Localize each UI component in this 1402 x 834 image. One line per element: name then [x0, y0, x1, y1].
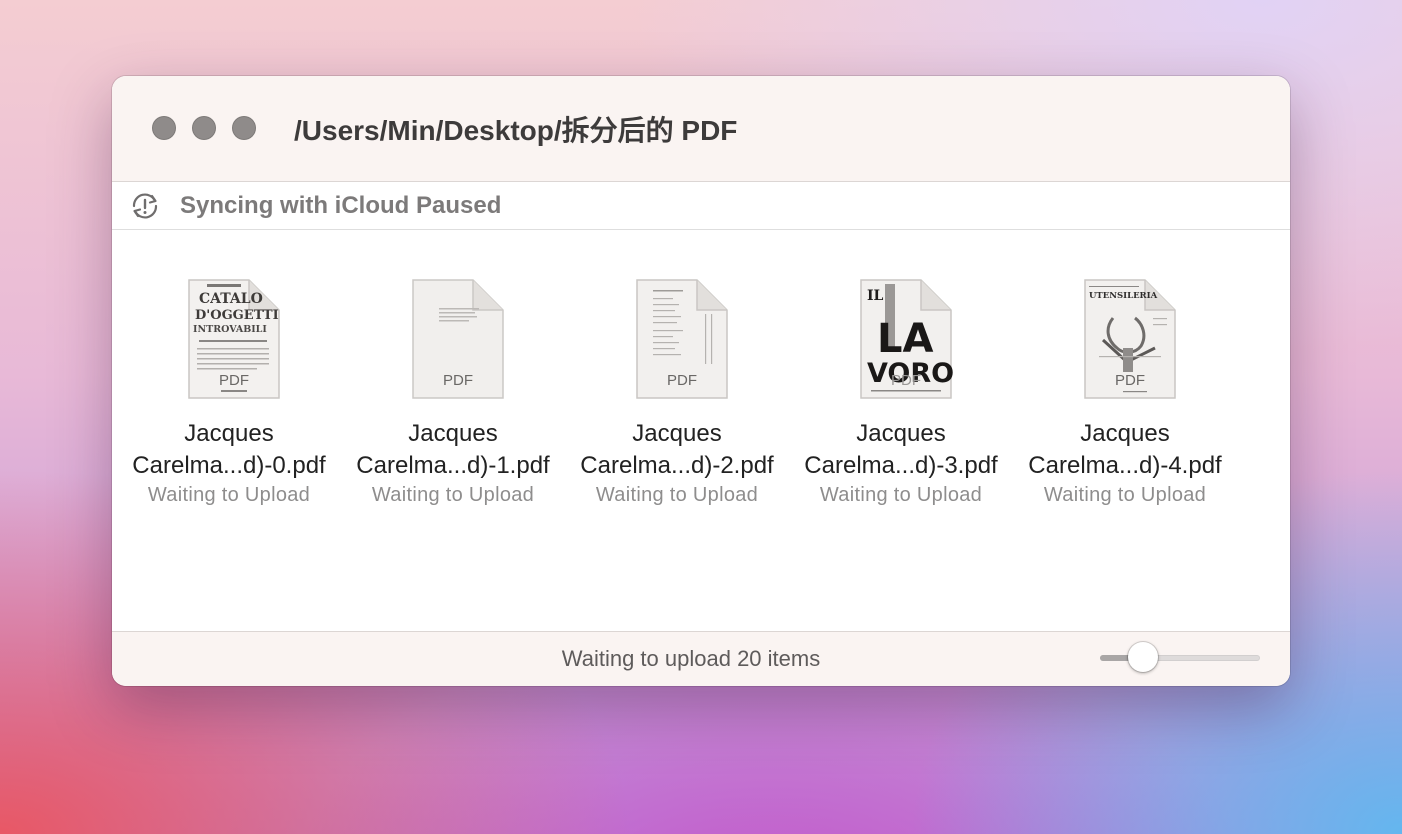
thumb-text: D'OGGETTI [195, 308, 279, 323]
file-grid: CATALO D'OGGETTI INTROVABILI PDF Jacques… [112, 230, 1290, 630]
file-name-line1: Jacques [184, 420, 274, 447]
upload-count-text: Waiting to upload 20 items [561, 646, 821, 671]
pdf-file-icon: UTENSILERIA PDF [1084, 279, 1176, 399]
pdf-label: PDF [1115, 372, 1145, 389]
zoom-button[interactable] [232, 116, 256, 140]
pdf-label: PDF [891, 372, 921, 389]
file-name-line2: Carelma...d)-3.pdf [804, 452, 998, 479]
file-name: Jacques Carelma...d)-4.pdf [1013, 418, 1237, 482]
minimize-button[interactable] [192, 116, 216, 140]
pdf-label: PDF [219, 372, 249, 389]
upload-status: Waiting to Upload [1043, 484, 1207, 506]
file-name-line2: Carelma...d)-0.pdf [132, 452, 326, 479]
file-name-line2: Carelma...d)-2.pdf [580, 452, 774, 479]
thumb-text: UTENSILERIA [1089, 291, 1158, 301]
thumb-text: LA [877, 316, 933, 362]
file-name-line2: Carelma...d)-1.pdf [356, 452, 550, 479]
close-button[interactable] [152, 116, 176, 140]
sync-status-text: Syncing with iCloud Paused [180, 192, 502, 219]
file-name: Jacques Carelma...d)-2.pdf [565, 418, 789, 482]
icon-size-slider[interactable] [1100, 642, 1260, 672]
file-name-line2: Carelma...d)-4.pdf [1028, 452, 1222, 479]
finder-window: /Users/Min/Desktop/拆分后的 PDF Syncing with… [112, 76, 1290, 686]
file-name-line1: Jacques [408, 420, 498, 447]
upload-status: Waiting to Upload [147, 484, 311, 506]
pdf-file-icon: CATALO D'OGGETTI INTROVABILI PDF [188, 279, 280, 399]
file-item[interactable]: CATALO D'OGGETTI INTROVABILI PDF Jacques… [117, 278, 341, 518]
window-title: /Users/Min/Desktop/拆分后的 PDF [294, 115, 738, 146]
pdf-file-icon: PDF [636, 279, 728, 399]
file-name: Jacques Carelma...d)-0.pdf [117, 418, 341, 482]
upload-status: Waiting to Upload [371, 484, 535, 506]
status-footer: Waiting to upload 20 items [112, 631, 1290, 686]
title-bar[interactable]: /Users/Min/Desktop/拆分后的 PDF [112, 76, 1290, 182]
file-name: Jacques Carelma...d)-1.pdf [341, 418, 565, 482]
sync-paused-icon [132, 193, 158, 219]
file-item[interactable]: IL LA VORO PDF Jacques Carelma...d)-3.pd… [789, 278, 1013, 518]
thumb-text: INTROVABILI [193, 324, 267, 335]
file-item[interactable]: UTENSILERIA PDF Jacques Carelma...d)-4.p… [1013, 278, 1237, 518]
upload-status: Waiting to Upload [819, 484, 983, 506]
file-name-line1: Jacques [632, 420, 722, 447]
thumb-text: CATALO [199, 291, 263, 307]
file-name: Jacques Carelma...d)-3.pdf [789, 418, 1013, 482]
file-item[interactable]: PDF Jacques Carelma...d)-1.pdf Waiting t… [341, 278, 565, 518]
file-item[interactable]: PDF Jacques Carelma...d)-2.pdf Waiting t… [565, 278, 789, 518]
thumb-text: IL [867, 288, 884, 304]
icloud-status-bar: Syncing with iCloud Paused [112, 182, 1290, 230]
pdf-label: PDF [667, 372, 697, 389]
file-name-line1: Jacques [856, 420, 946, 447]
upload-status: Waiting to Upload [595, 484, 759, 506]
pdf-file-icon: IL LA VORO PDF [860, 279, 953, 399]
slider-thumb[interactable] [1128, 642, 1158, 672]
pdf-label: PDF [443, 372, 473, 389]
pdf-file-icon: PDF [412, 279, 504, 399]
file-name-line1: Jacques [1080, 420, 1170, 447]
